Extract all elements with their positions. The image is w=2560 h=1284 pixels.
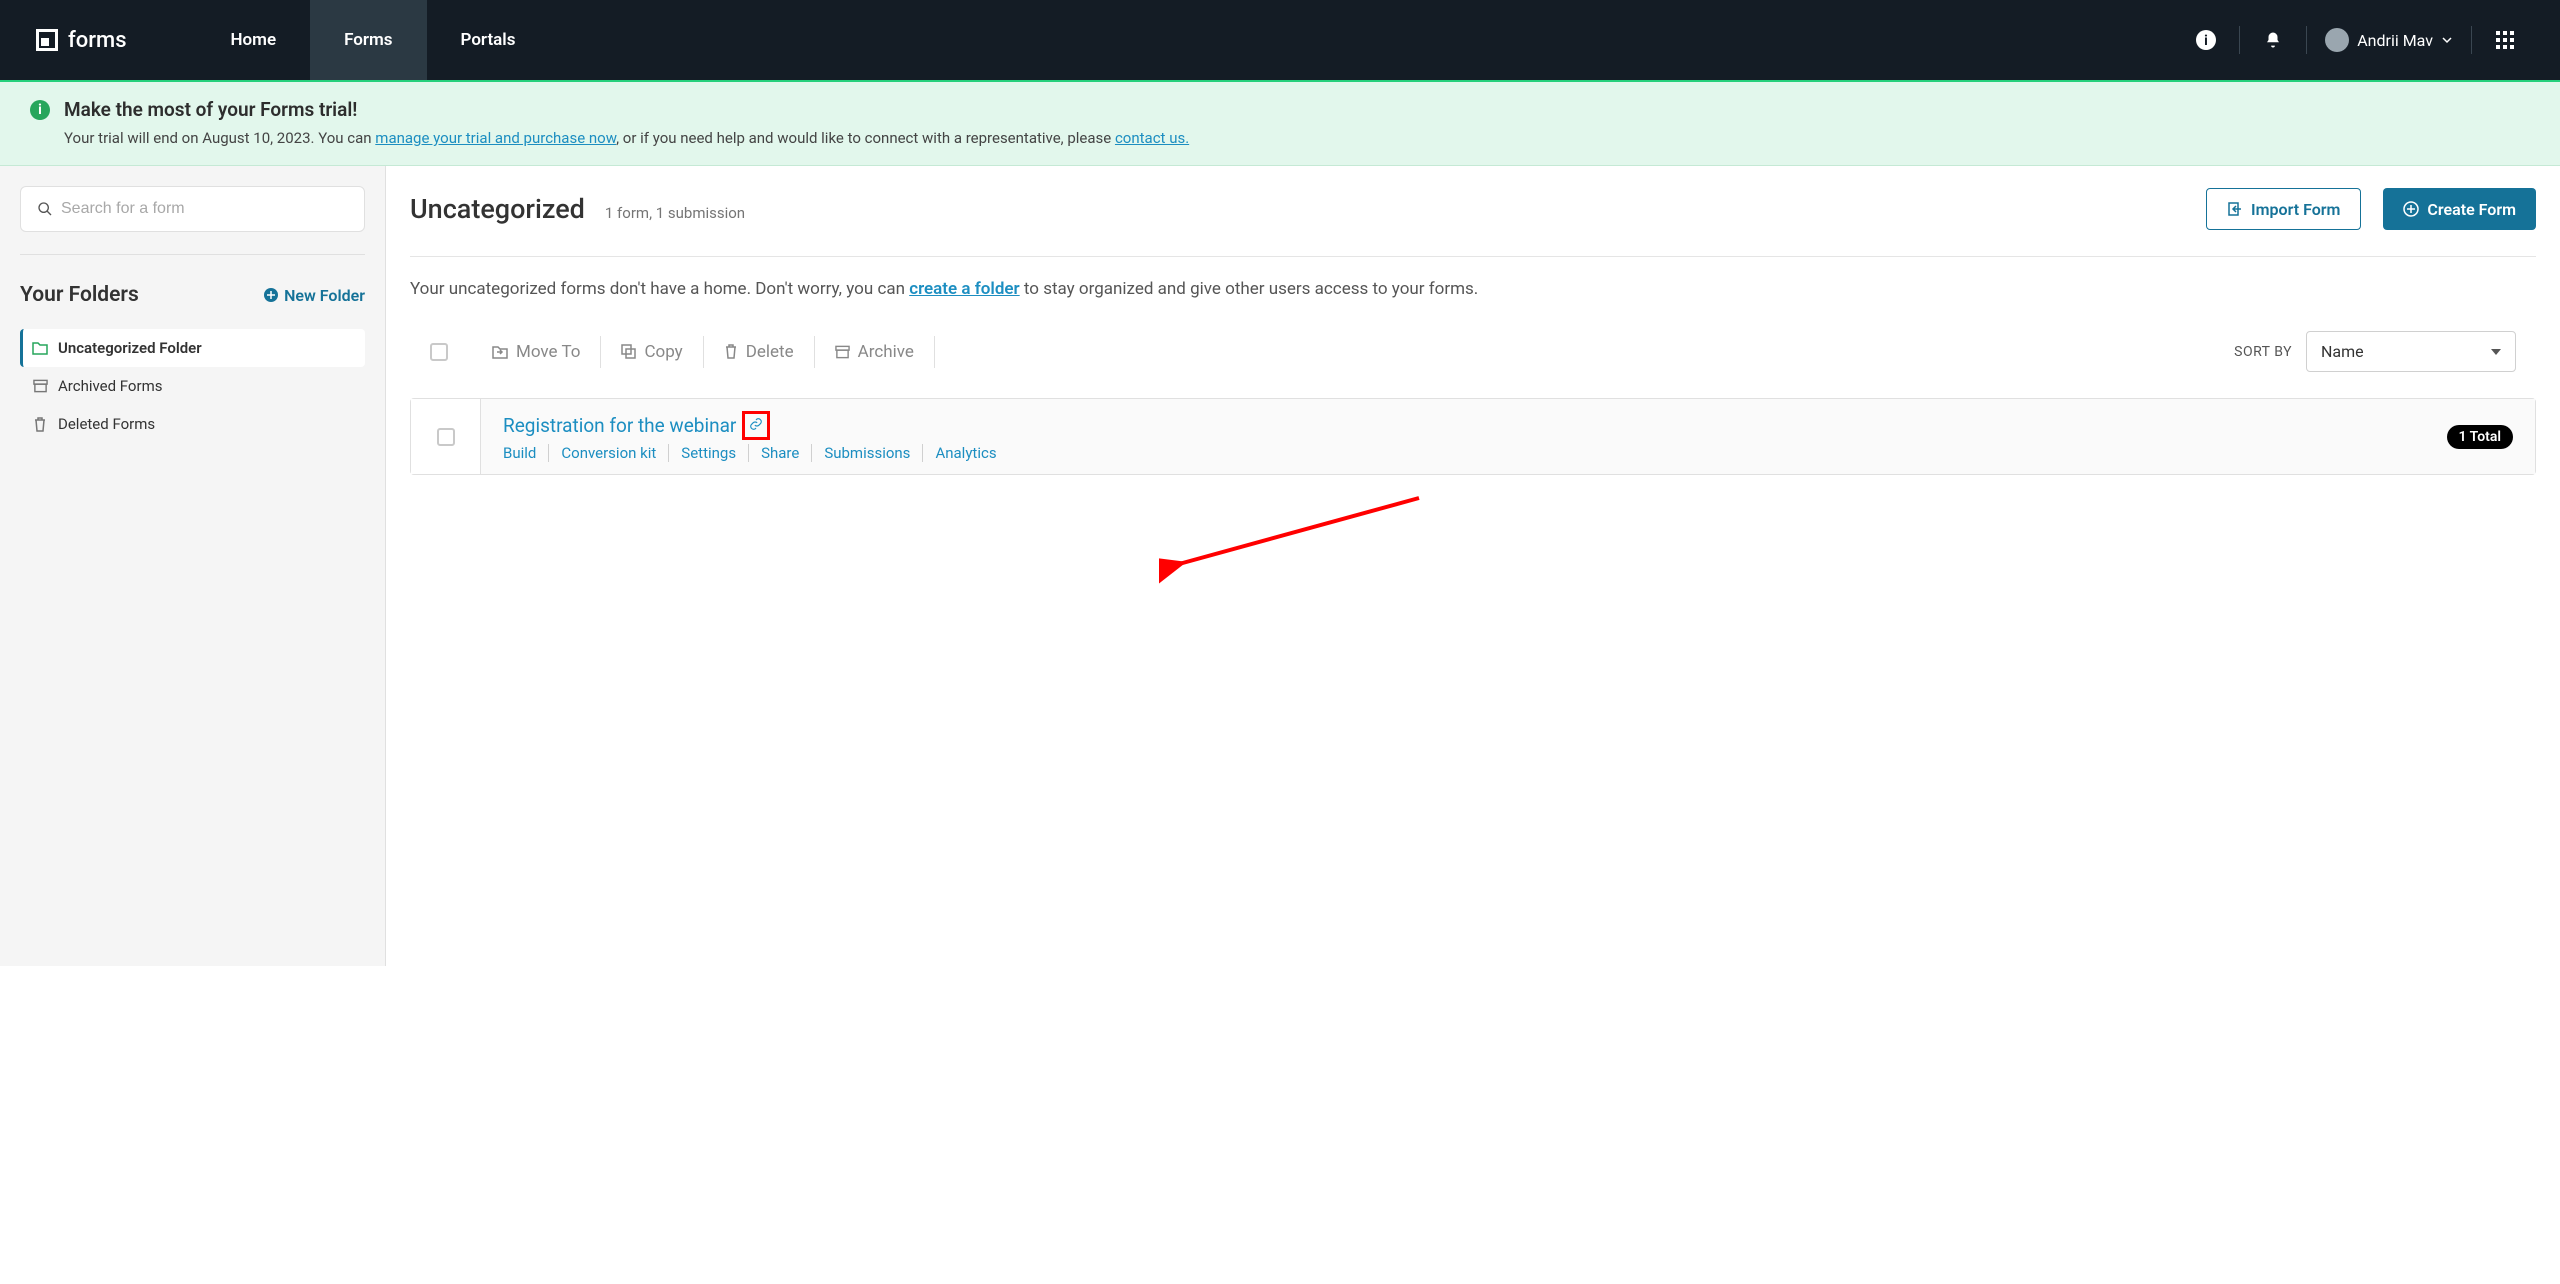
brand-logo[interactable]: forms [36,28,127,53]
banner-text: Your trial will end on August 10, 2023. … [64,129,1189,147]
select-all-checkbox[interactable] [430,343,448,361]
topbar-right: i Andrii Mav [2191,25,2520,55]
trash-icon [32,417,48,432]
chevron-down-icon [2441,34,2453,46]
user-menu[interactable]: Andrii Mav [2325,28,2453,52]
new-folder-button[interactable]: New Folder [264,286,365,305]
banner-title: Make the most of your Forms trial! [64,98,1189,121]
form-row: Registration for the webinar Build Conve… [410,398,2536,475]
folder-uncategorized[interactable]: Uncategorized Folder [20,329,365,367]
folder-label: Archived Forms [58,377,162,395]
row-checkbox[interactable] [437,428,455,446]
nav-tab-portals[interactable]: Portals [427,0,550,80]
form-link-conversion-kit[interactable]: Conversion kit [549,444,669,462]
avatar-icon [2325,28,2349,52]
bell-icon[interactable] [2258,25,2288,55]
contact-us-link[interactable]: contact us. [1115,129,1189,147]
folder-icon [32,341,48,355]
nav-tab-home[interactable]: Home [197,0,311,80]
info-icon[interactable]: i [2191,25,2221,55]
plus-circle-icon [264,288,278,302]
brand-logo-icon [36,29,58,51]
main-content: Uncategorized 1 form, 1 submission Impor… [386,166,2560,966]
sort-label: SORT BY [2234,344,2292,360]
form-link-submissions[interactable]: Submissions [812,444,923,462]
form-link-settings[interactable]: Settings [669,444,749,462]
page-title: Uncategorized [410,193,585,225]
search-icon [37,201,53,217]
copy-icon [621,344,636,359]
hint-text: Your uncategorized forms don't have a ho… [410,279,2536,299]
import-form-button[interactable]: Import Form [2206,188,2361,230]
divider [2239,26,2240,54]
archive-button[interactable]: Archive [815,336,935,368]
svg-text:i: i [2204,33,2208,49]
nav-tabs: Home Forms Portals [197,0,550,80]
search-input[interactable] [61,200,348,218]
folders-heading: Your Folders [20,283,139,307]
form-action-links: Build Conversion kit Settings Share Subm… [503,444,1009,462]
nav-tab-forms[interactable]: Forms [310,0,426,80]
annotation-highlight-box [742,411,770,440]
archive-icon [32,379,48,393]
folder-label: Uncategorized Folder [58,339,202,357]
folder-deleted[interactable]: Deleted Forms [20,405,365,443]
user-name: Andrii Mav [2357,31,2433,50]
top-navbar: forms Home Forms Portals i Andrii Mav [0,0,2560,82]
folder-archived[interactable]: Archived Forms [20,367,365,405]
copy-button[interactable]: Copy [601,336,703,368]
folder-label: Deleted Forms [58,415,155,433]
archive-icon [835,345,850,359]
plus-circle-icon [2403,201,2419,217]
row-checkbox-cell [411,399,481,474]
import-icon [2227,201,2243,217]
form-link-share[interactable]: Share [749,444,812,462]
trash-icon [724,344,738,359]
create-form-button[interactable]: Create Form [2383,188,2536,230]
manage-trial-link[interactable]: manage your trial and purchase now [375,129,616,147]
create-folder-link[interactable]: create a folder [909,279,1019,299]
form-link-build[interactable]: Build [503,444,549,462]
move-to-button[interactable]: Move To [472,336,601,368]
apps-grid-icon[interactable] [2490,25,2520,55]
form-title-link[interactable]: Registration for the webinar [503,414,736,437]
move-icon [492,345,508,359]
divider [2306,26,2307,54]
page-subtitle: 1 form, 1 submission [605,204,745,222]
delete-button[interactable]: Delete [704,336,815,368]
divider [2471,26,2472,54]
annotation-arrow [1159,494,1439,584]
brand-name: forms [68,28,127,53]
trial-banner: i Make the most of your Forms trial! You… [0,82,2560,166]
sort-select[interactable]: Name [2306,331,2516,372]
link-icon[interactable] [749,419,763,435]
search-box[interactable] [20,186,365,232]
total-badge[interactable]: 1 Total [2447,425,2513,449]
form-link-analytics[interactable]: Analytics [923,444,1008,462]
sidebar: Your Folders New Folder Uncategorized Fo… [0,166,386,966]
bulk-toolbar: Move To Copy Delete Archive SORT BY Name [410,325,2536,378]
info-circle-icon: i [30,100,50,120]
